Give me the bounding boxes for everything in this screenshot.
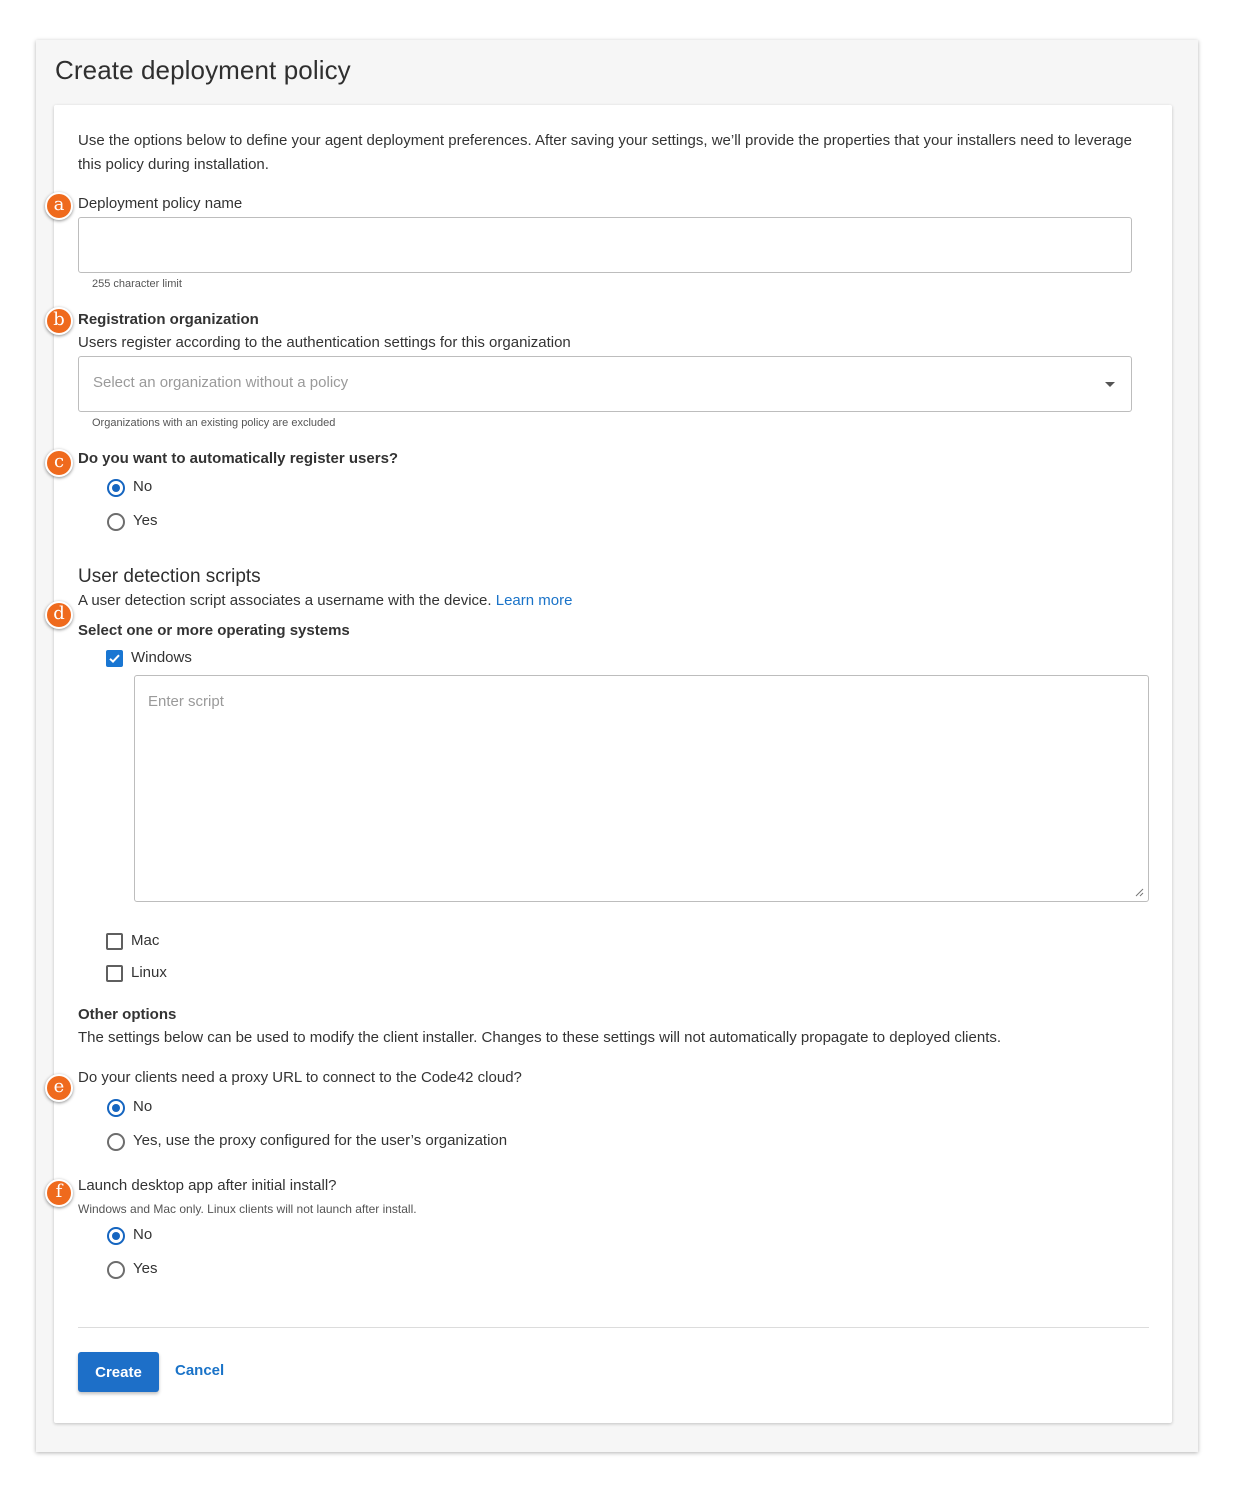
organization-select-placeholder: Select an organization without a policy [93,374,349,391]
launch-app-question: Launch desktop app after initial install… [78,1177,337,1194]
form-card: Use the options below to define your age… [54,105,1172,1423]
policy-name-input[interactable] [78,217,1132,273]
dialog-title: Create deployment policy [55,55,351,85]
proxy-yes-label[interactable]: Yes, use the proxy configured for the us… [133,1132,507,1149]
proxy-no-label[interactable]: No [133,1098,152,1115]
footer-divider [78,1327,1149,1328]
user-detection-title: User detection scripts [78,566,261,587]
organization-select[interactable]: Select an organization without a policy [78,356,1132,412]
windows-script-textarea[interactable]: Enter script [134,675,1149,902]
chevron-down-icon [1105,382,1115,387]
user-detection-description: A user detection script associates a use… [78,592,572,609]
script-placeholder: Enter script [148,693,224,710]
callout-f: f [45,1179,73,1207]
auto-register-yes-radio[interactable] [107,513,125,531]
user-detection-description-text: A user detection script associates a use… [78,592,492,609]
cancel-button[interactable]: Cancel [175,1362,224,1379]
learn-more-link[interactable]: Learn more [496,592,573,609]
launch-app-yes-radio[interactable] [107,1261,125,1279]
auto-register-no-radio[interactable] [107,479,125,497]
linux-label[interactable]: Linux [131,964,167,981]
windows-checkbox[interactable] [106,650,123,667]
launch-app-no-label[interactable]: No [133,1226,152,1243]
callout-c: c [45,449,73,477]
callout-e: e [45,1074,73,1102]
create-button[interactable]: Create [78,1352,159,1392]
other-options-description: The settings below can be used to modify… [78,1029,1002,1046]
registration-org-label: Registration organization [78,311,259,328]
callout-a: a [45,192,73,220]
auto-register-question: Do you want to automatically register us… [78,450,399,467]
proxy-no-radio[interactable] [107,1099,125,1117]
resize-grip-icon[interactable] [1134,887,1144,897]
launch-app-no-radio[interactable] [107,1227,125,1245]
other-options-title: Other options [78,1006,177,1023]
callout-d: d [45,601,73,629]
auto-register-no-label[interactable]: No [133,478,152,495]
policy-name-label: Deployment policy name [78,195,243,212]
mac-label[interactable]: Mac [131,932,159,949]
windows-label[interactable]: Windows [131,649,192,666]
proxy-question: Do your clients need a proxy URL to conn… [78,1069,522,1086]
policy-name-help: 255 character limit [92,278,182,290]
registration-org-help: Organizations with an existing policy ar… [92,417,336,429]
os-select-label: Select one or more operating systems [78,622,350,639]
callout-b: b [45,307,73,335]
checkmark-icon [109,654,120,664]
launch-app-yes-label[interactable]: Yes [133,1260,157,1277]
auto-register-yes-label[interactable]: Yes [133,512,157,529]
mac-checkbox[interactable] [106,933,123,950]
launch-app-help: Windows and Mac only. Linux clients will… [78,1202,417,1216]
proxy-yes-radio[interactable] [107,1133,125,1151]
linux-checkbox[interactable] [106,965,123,982]
registration-org-description: Users register according to the authenti… [78,334,571,351]
create-policy-dialog: Create deployment policy Use the options… [36,40,1198,1452]
intro-text: Use the options below to define your age… [78,132,1132,173]
